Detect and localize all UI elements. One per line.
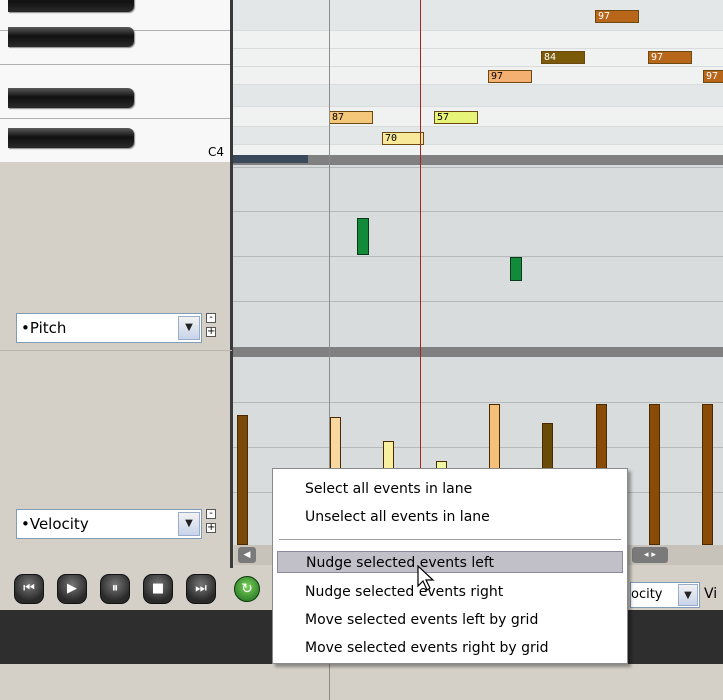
menu-item-move-left-grid[interactable]: Move selected events left by grid <box>277 609 623 631</box>
midi-note[interactable]: 57 <box>434 111 478 124</box>
lane-gridline <box>233 256 723 257</box>
loop-toggle-button[interactable]: ↻ <box>234 576 260 602</box>
roll-scroll-indicator <box>233 155 308 163</box>
rewind-to-start-button[interactable]: ⏮ <box>14 574 44 604</box>
collapse-lane-button[interactable]: - <box>206 313 216 323</box>
chevron-down-icon[interactable]: ▼ <box>178 512 200 536</box>
stop-button[interactable]: ■ <box>143 574 173 604</box>
lane-gridline <box>233 402 723 403</box>
midi-note[interactable]: 97 <box>703 70 723 83</box>
menu-separator <box>279 539 621 540</box>
midi-note[interactable]: 97 <box>488 70 532 83</box>
lane-divider[interactable] <box>233 347 723 357</box>
row-shade <box>233 84 723 106</box>
c4-key-label: C4 <box>207 145 224 159</box>
velocity-lane-select[interactable]: •Velocity ▼ <box>16 509 202 539</box>
chevron-down-icon[interactable]: ▼ <box>678 584 698 606</box>
menu-item-nudge-left[interactable]: Nudge selected events left <box>277 551 623 573</box>
collapse-lane-button[interactable]: - <box>206 509 216 519</box>
chevron-down-icon[interactable]: ▼ <box>178 316 200 340</box>
lane-gridline <box>233 301 723 302</box>
forward-to-end-button[interactable]: ⏭ <box>186 574 216 604</box>
grid-row <box>233 30 723 31</box>
velocity-bar[interactable] <box>702 404 713 545</box>
grid-row <box>233 106 723 107</box>
grid-row <box>233 48 723 49</box>
menu-item-select-all[interactable]: Select all events in lane <box>277 478 623 500</box>
pitch-lane[interactable] <box>233 165 723 347</box>
panel-divider <box>0 350 232 351</box>
midi-note[interactable]: 84 <box>541 51 585 64</box>
play-button[interactable]: ▶ <box>57 574 87 604</box>
pitch-lane-select[interactable]: •Pitch ▼ <box>16 313 202 343</box>
lane-gridline <box>233 167 723 168</box>
menu-item-nudge-right[interactable]: Nudge selected events right <box>277 581 623 603</box>
pitch-event-bar[interactable] <box>510 257 522 281</box>
pitch-event-bar[interactable] <box>357 218 369 255</box>
key-divider <box>0 64 232 65</box>
piano-keyboard[interactable]: C4 <box>0 0 232 162</box>
mouse-cursor-icon <box>417 565 435 591</box>
black-key[interactable] <box>8 0 134 12</box>
piano-roll-grid[interactable]: 97 84 97 97 97 87 57 70 <box>233 0 723 155</box>
grid-row <box>233 126 723 127</box>
pause-button[interactable]: ⏸ <box>100 574 130 604</box>
grid-row <box>233 66 723 67</box>
scroll-left-button[interactable]: ◀ <box>238 547 256 563</box>
velocity-bar[interactable] <box>237 415 248 545</box>
menu-item-move-right-grid[interactable]: Move selected events right by grid <box>277 637 623 659</box>
black-key[interactable] <box>8 128 134 148</box>
menu-item-unselect-all[interactable]: Unselect all events in lane <box>277 506 623 528</box>
black-key[interactable] <box>8 88 134 108</box>
midi-note[interactable]: 97 <box>595 10 639 23</box>
scroll-thumb[interactable]: ◂ ▸ <box>632 547 668 563</box>
context-menu: Select all events in lane Unselect all e… <box>272 468 628 664</box>
velocity-lane-panel: •Velocity ▼ - + <box>0 357 230 545</box>
key-divider <box>0 118 232 119</box>
row-shade <box>233 126 723 144</box>
midi-note[interactable]: 70 <box>382 132 424 145</box>
lane-type-select[interactable]: ocity ▼ <box>630 582 700 608</box>
pitch-lane-panel: •Pitch ▼ - + <box>0 165 230 347</box>
view-label: Vi <box>704 586 718 602</box>
add-lane-button[interactable]: + <box>206 523 216 533</box>
black-key[interactable] <box>8 27 134 47</box>
grid-row <box>233 84 723 85</box>
midi-note[interactable]: 97 <box>648 51 692 64</box>
lane-gridline <box>233 211 723 212</box>
midi-note[interactable]: 87 <box>329 111 373 124</box>
row-shade <box>233 0 723 30</box>
pitch-lane-select-value: •Pitch <box>21 319 67 337</box>
grid-row <box>233 144 723 145</box>
add-lane-button[interactable]: + <box>206 327 216 337</box>
velocity-bar[interactable] <box>649 404 660 545</box>
velocity-lane-select-value: •Velocity <box>21 515 89 533</box>
lane-type-select-value: ocity <box>631 587 663 602</box>
